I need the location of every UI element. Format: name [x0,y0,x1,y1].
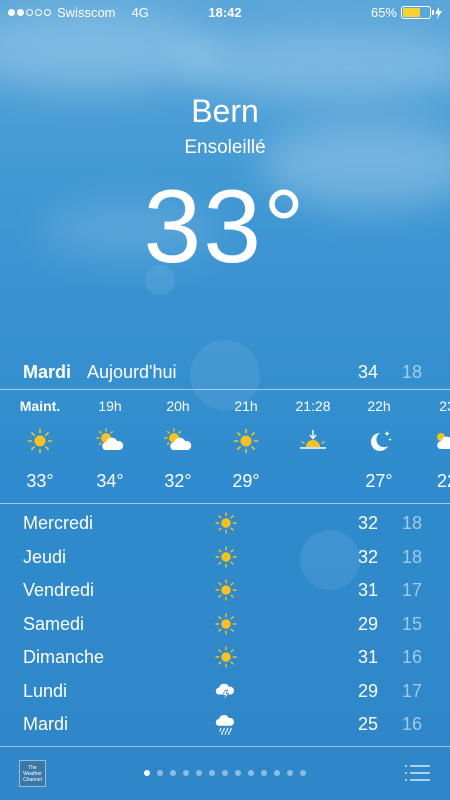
battery-percent: 65% [370,5,397,20]
hour-time: 20h [166,398,190,414]
moon-stars-icon [364,428,394,454]
hour-temperature: 33° [26,471,54,491]
partly-cloudy-icon [163,428,193,454]
hour-time: 23 [439,398,450,414]
sun-icon [25,428,55,454]
page-dot[interactable] [157,770,163,776]
day-name: Samedi [23,613,85,634]
status-bar: Swisscom 4G 18:42 65% [0,0,450,24]
status-right: 65% [371,5,442,20]
cloud-icon [432,428,450,454]
day-high: 31 [358,580,379,600]
day-high: 29 [358,680,379,701]
day-row: Mardi 25 16 [0,708,450,741]
page-dot[interactable] [235,770,241,776]
page-dot[interactable] [144,770,150,776]
current-condition: Ensoleillé [184,137,266,158]
page-dot[interactable] [300,770,306,776]
day-low: 16 [402,647,423,667]
day-low: 18 [402,546,423,567]
page-dot[interactable] [183,770,189,776]
sun-icon [213,645,239,669]
today-low: 18 [402,362,423,382]
city-list-icon[interactable] [405,763,430,783]
day-row: Mercredi 32 18 [0,507,450,540]
page-dot[interactable] [209,770,215,776]
partly-cloudy-icon [95,428,125,454]
hour-temperature: 22 [436,471,450,491]
today-summary: Mardi Aujourd'hui 34 18 [0,360,450,388]
day-name: Lundi [23,680,68,701]
day-high: 25 [358,714,379,734]
divider [0,503,450,504]
day-row: Dimanche 31 16 [0,641,450,674]
day-low: 15 [402,613,423,634]
hour-time: Maint. [19,398,61,414]
day-low: 18 [402,513,423,533]
sun-icon [213,578,239,602]
bottom-bar: The Weather Channel [0,745,450,800]
hour-time: 21h [234,398,258,414]
day-high: 32 [358,513,379,533]
page-dot[interactable] [222,770,228,776]
day-name: Mardi [23,714,69,734]
page-dot[interactable] [274,770,280,776]
battery-icon [401,6,434,19]
day-row: Vendredi 31 17 [0,574,450,607]
sun-icon [213,511,239,535]
hourly-forecast[interactable]: Maint. 33° 19h 34° 20h 32° 21h 29° 21:28… [0,390,450,502]
thunderstorm-icon [213,679,239,703]
sunset-icon [298,428,328,454]
day-low: 17 [402,680,423,701]
cloud-wisp [180,30,450,100]
today-label: Aujourd'hui [87,362,177,382]
today-high: 34 [358,362,379,382]
city-name: Bern [191,93,259,129]
page-dot[interactable] [170,770,176,776]
current-temperature-wrap: 33° [0,168,450,287]
sun-icon [231,428,261,454]
day-high: 32 [358,546,379,567]
current-temperature: 33° [143,169,307,285]
day-name: Mercredi [23,513,94,533]
hour-temperature: 32° [164,471,192,491]
day-name: Dimanche [23,647,105,667]
hour-time: 21:28 [295,398,331,414]
hour-temperature: 34° [96,471,124,491]
day-name: Jeudi [23,546,67,567]
sun-icon [213,545,239,569]
day-high: 31 [358,647,379,667]
day-name: Vendredi [23,580,95,600]
sun-icon [213,612,239,636]
hour-time: 22h [367,398,391,414]
day-low: 16 [402,714,423,734]
day-low: 17 [402,580,423,600]
today-day: Mardi [23,362,72,382]
day-high: 29 [358,613,379,634]
hour-time: 19h [98,398,122,414]
rain-icon [213,712,239,736]
charging-bolt-icon [435,6,442,19]
hour-temperature: 29° [232,471,260,491]
page-dot[interactable] [287,770,293,776]
day-row: Samedi 29 15 [0,608,450,641]
hour-temperature: 27° [365,471,393,491]
page-indicator[interactable] [0,770,450,776]
page-dot[interactable] [261,770,267,776]
day-row: Lundi 29 17 [0,675,450,708]
day-row: Jeudi 32 18 [0,541,450,574]
page-dot[interactable] [248,770,254,776]
page-dot[interactable] [196,770,202,776]
